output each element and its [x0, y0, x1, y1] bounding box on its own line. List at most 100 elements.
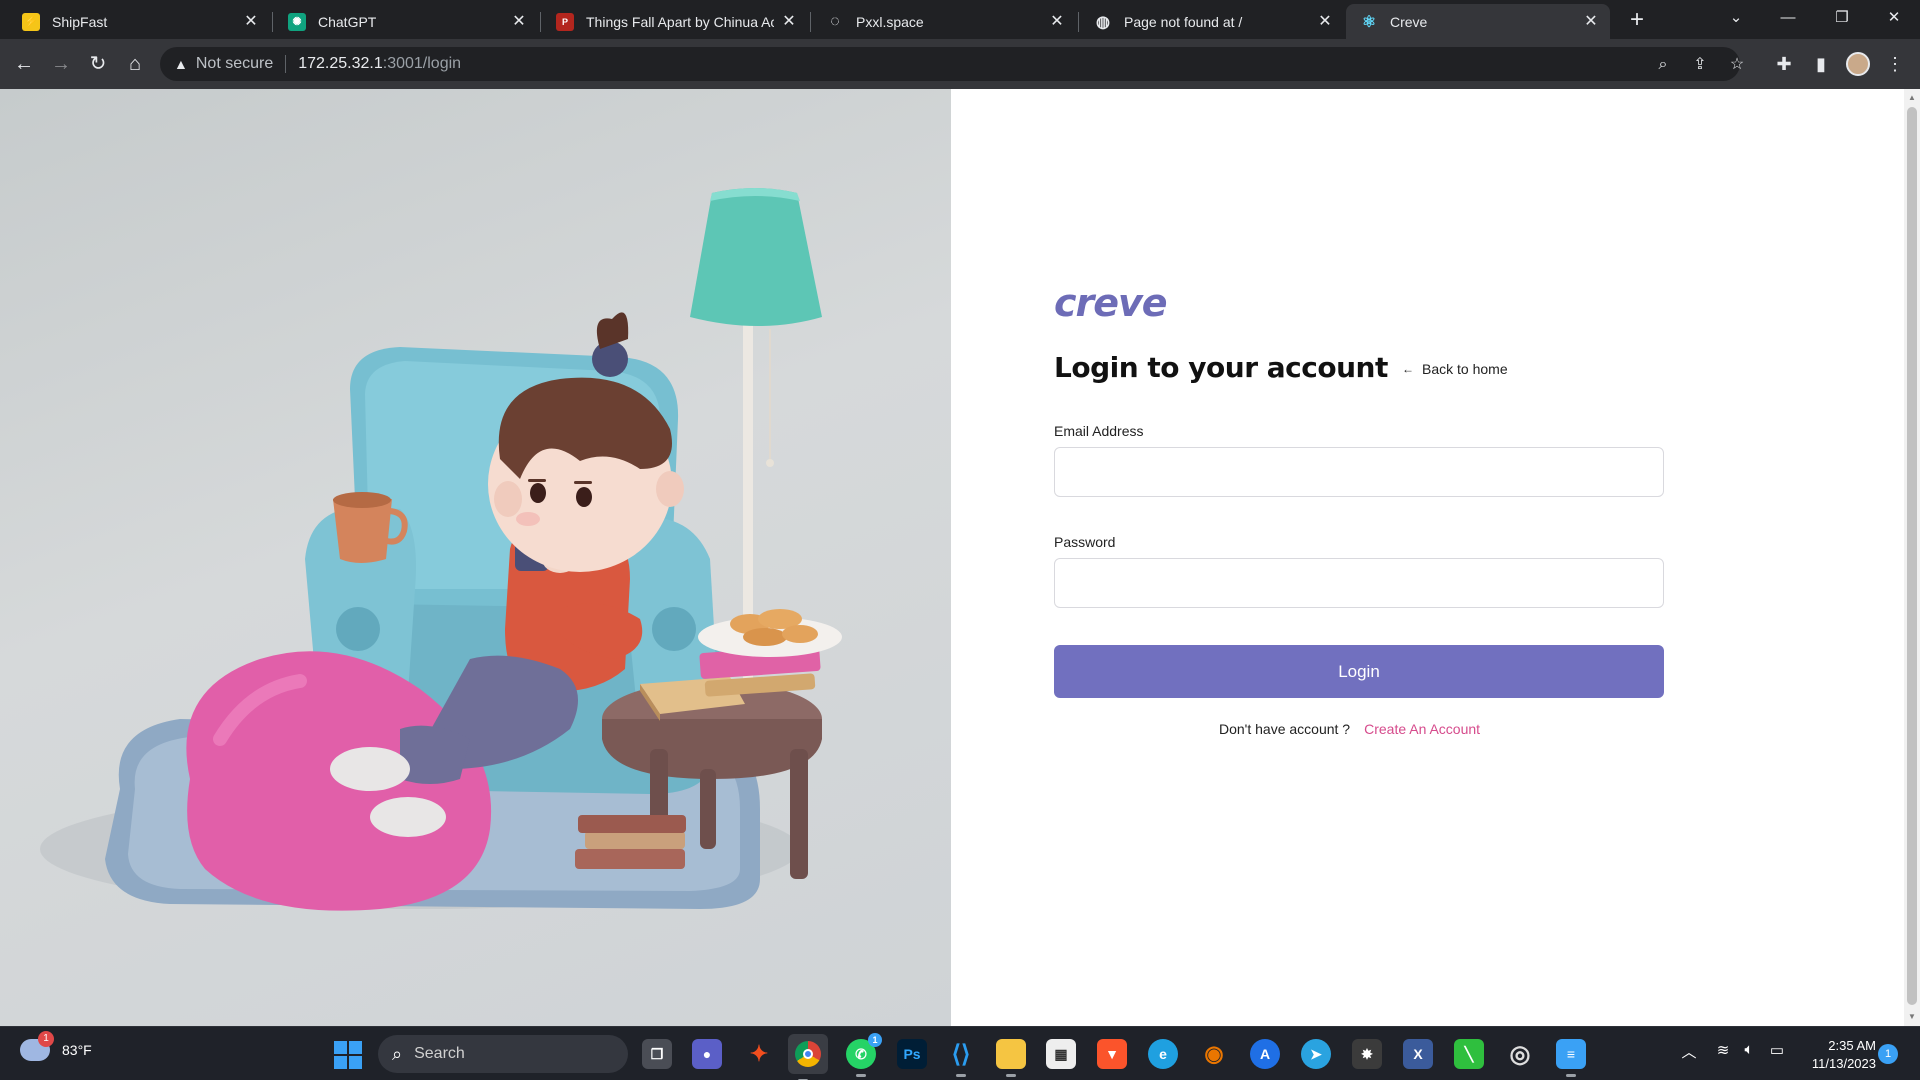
blender-icon[interactable]: ◉: [1199, 1039, 1229, 1069]
tab-shipfast[interactable]: ⚡ ShipFast ✕: [8, 4, 270, 39]
email-label: Email Address: [1054, 423, 1144, 439]
tab-creve[interactable]: ⚛ Creve ✕: [1346, 4, 1610, 39]
volume-icon[interactable]: 🔈︎: [1738, 1041, 1760, 1058]
scroll-up-arrow-icon[interactable]: ▲: [1907, 92, 1917, 104]
tab-page-not-found[interactable]: ◍ Page not found at / ✕: [1080, 4, 1344, 39]
address-bar[interactable]: ▲ Not secure 172.25.32.1 :3001/login ⌕ ⇪…: [160, 47, 1744, 81]
xming-icon[interactable]: X: [1403, 1039, 1433, 1069]
weather-widget[interactable]: 1 83°F: [20, 1031, 92, 1061]
tab-title: ChatGPT: [318, 13, 377, 30]
taskbar-search-placeholder: Search: [414, 1045, 465, 1062]
teams-chat-icon[interactable]: ●: [692, 1039, 722, 1069]
back-arrow-icon[interactable]: ←: [12, 52, 36, 76]
page-scrollbar[interactable]: ▲ ▼: [1904, 89, 1920, 1026]
microsoft-store-icon[interactable]: ▦: [1046, 1039, 1076, 1069]
new-tab-button[interactable]: +: [1625, 8, 1649, 32]
system-clock[interactable]: 2:35 AM 11/13/2023: [1798, 1037, 1876, 1073]
tray-chevron-up-icon[interactable]: ︿: [1678, 1041, 1700, 1062]
tab-title: ShipFast: [52, 13, 108, 30]
weather-badge: 1: [38, 1031, 54, 1047]
login-button[interactable]: Login: [1054, 645, 1664, 698]
tab-strip: ⚡ ShipFast ✕ ✺ ChatGPT ✕ P Things Fall A…: [0, 0, 1920, 39]
close-tab-icon[interactable]: ✕: [510, 13, 528, 31]
app-a-icon[interactable]: A: [1250, 1039, 1280, 1069]
chrome-menu-icon[interactable]: ⋮: [1883, 52, 1907, 76]
tab-separator: [810, 12, 811, 32]
search-icon: ⌕: [392, 1043, 403, 1064]
warning-icon: ▲: [174, 56, 188, 72]
arrow-left-icon: ←: [1402, 362, 1414, 376]
tab-things-fall-apart[interactable]: P Things Fall Apart by Chinua Achebe ✕: [542, 4, 808, 39]
extensions-puzzle-icon[interactable]: ✚: [1772, 52, 1796, 76]
tab-pxxl-space[interactable]: ◌ Pxxl.space ✕: [812, 4, 1076, 39]
close-window-icon[interactable]: ✕: [1882, 6, 1906, 30]
reload-icon[interactable]: ↻: [86, 52, 110, 76]
notepad-icon[interactable]: ≡: [1556, 1039, 1586, 1077]
password-field[interactable]: [1054, 558, 1664, 608]
page-title: Login to your account: [1054, 351, 1388, 384]
restore-icon[interactable]: ❐: [1830, 6, 1854, 30]
wifi-icon[interactable]: ≋: [1712, 1041, 1734, 1059]
whatsapp-icon[interactable]: ✆ 1: [846, 1033, 882, 1077]
zoom-icon[interactable]: ⌕: [1653, 55, 1673, 75]
security-label: Not secure: [195, 55, 274, 72]
signup-prompt-row: Don't have account ? Create An Account: [0, 721, 1920, 737]
windows-start-icon[interactable]: [334, 1041, 362, 1069]
react-icon: ⚛: [1361, 13, 1377, 31]
tab-title: Page not found at /: [1124, 13, 1243, 30]
back-to-home-link[interactable]: ← Back to home: [1402, 361, 1508, 377]
chatgpt-icon: ✺: [288, 12, 306, 31]
clock-date: 11/13/2023: [1811, 1056, 1876, 1071]
profile-avatar[interactable]: [1846, 52, 1870, 76]
clock-time: 2:35 AM: [1828, 1038, 1876, 1053]
page-viewport: creve Login to your account ← Back to ho…: [0, 89, 1920, 1026]
edge-icon[interactable]: e: [1148, 1039, 1178, 1069]
brand-logo[interactable]: creve: [1054, 281, 1168, 325]
close-tab-icon[interactable]: ✕: [242, 13, 260, 31]
task-view-icon[interactable]: ❐: [642, 1039, 672, 1069]
tab-search-chevron-icon[interactable]: ⌄: [1724, 6, 1748, 30]
hero-illustration: [0, 89, 951, 1026]
password-label: Password: [1054, 534, 1116, 550]
minimize-icon[interactable]: —: [1776, 6, 1800, 30]
signup-prompt: Don't have account ?: [1219, 721, 1351, 737]
telegram-icon[interactable]: ➤: [1301, 1039, 1331, 1069]
chrome-icon[interactable]: [788, 1034, 828, 1080]
game-app-icon[interactable]: ✸: [1352, 1039, 1382, 1069]
brave-icon[interactable]: ▼: [1097, 1039, 1127, 1069]
battery-icon[interactable]: ▭: [1766, 1041, 1788, 1059]
scrollbar-thumb[interactable]: [1907, 107, 1917, 1005]
email-field[interactable]: [1054, 447, 1664, 497]
vscode-icon[interactable]: ⟨⟩: [946, 1039, 976, 1077]
forward-arrow-icon[interactable]: →: [49, 52, 73, 76]
close-tab-icon[interactable]: ✕: [1048, 13, 1066, 31]
weather-temp: 83°F: [62, 1042, 92, 1058]
create-account-link[interactable]: Create An Account: [1364, 721, 1480, 737]
windows-taskbar: 1 83°F ⌕ Search ❐ ● ✦ ✆ 1 Ps ⟨⟩ ▦ ▼ e ◉ …: [0, 1026, 1920, 1080]
home-icon[interactable]: ⌂: [123, 52, 147, 76]
taskbar-search[interactable]: ⌕ Search: [378, 1035, 628, 1073]
tab-separator: [540, 12, 541, 32]
pdf-icon: P: [556, 12, 574, 31]
photoshop-icon[interactable]: Ps: [897, 1039, 927, 1069]
green-app-icon[interactable]: ╲: [1454, 1039, 1484, 1069]
close-tab-icon[interactable]: ✕: [1316, 13, 1334, 31]
file-explorer-icon[interactable]: [996, 1039, 1026, 1077]
scroll-down-arrow-icon[interactable]: ▼: [1907, 1011, 1917, 1023]
share-icon[interactable]: ⇪: [1690, 55, 1710, 75]
tab-chatgpt[interactable]: ✺ ChatGPT ✕: [274, 4, 538, 39]
close-tab-icon[interactable]: ✕: [780, 13, 798, 31]
tab-title: Things Fall Apart by Chinua Achebe: [586, 13, 774, 30]
url-host: 172.25.32.1: [298, 55, 383, 72]
close-tab-icon[interactable]: ✕: [1582, 13, 1600, 31]
notification-badge[interactable]: 1: [1878, 1044, 1898, 1064]
tab-title: Pxxl.space: [856, 13, 924, 30]
pxxl-icon: ◌: [830, 12, 840, 30]
tab-title: Creve: [1390, 13, 1428, 30]
bookmark-star-icon[interactable]: ☆: [1727, 55, 1747, 75]
address-divider: [285, 55, 287, 73]
side-panel-icon[interactable]: ▮: [1809, 52, 1833, 76]
figma-icon[interactable]: ✦: [744, 1039, 774, 1069]
browser-toolbar: ← → ↻ ⌂ ▲ Not secure 172.25.32.1 :3001/l…: [0, 39, 1920, 89]
obs-icon[interactable]: ◎: [1505, 1039, 1535, 1069]
